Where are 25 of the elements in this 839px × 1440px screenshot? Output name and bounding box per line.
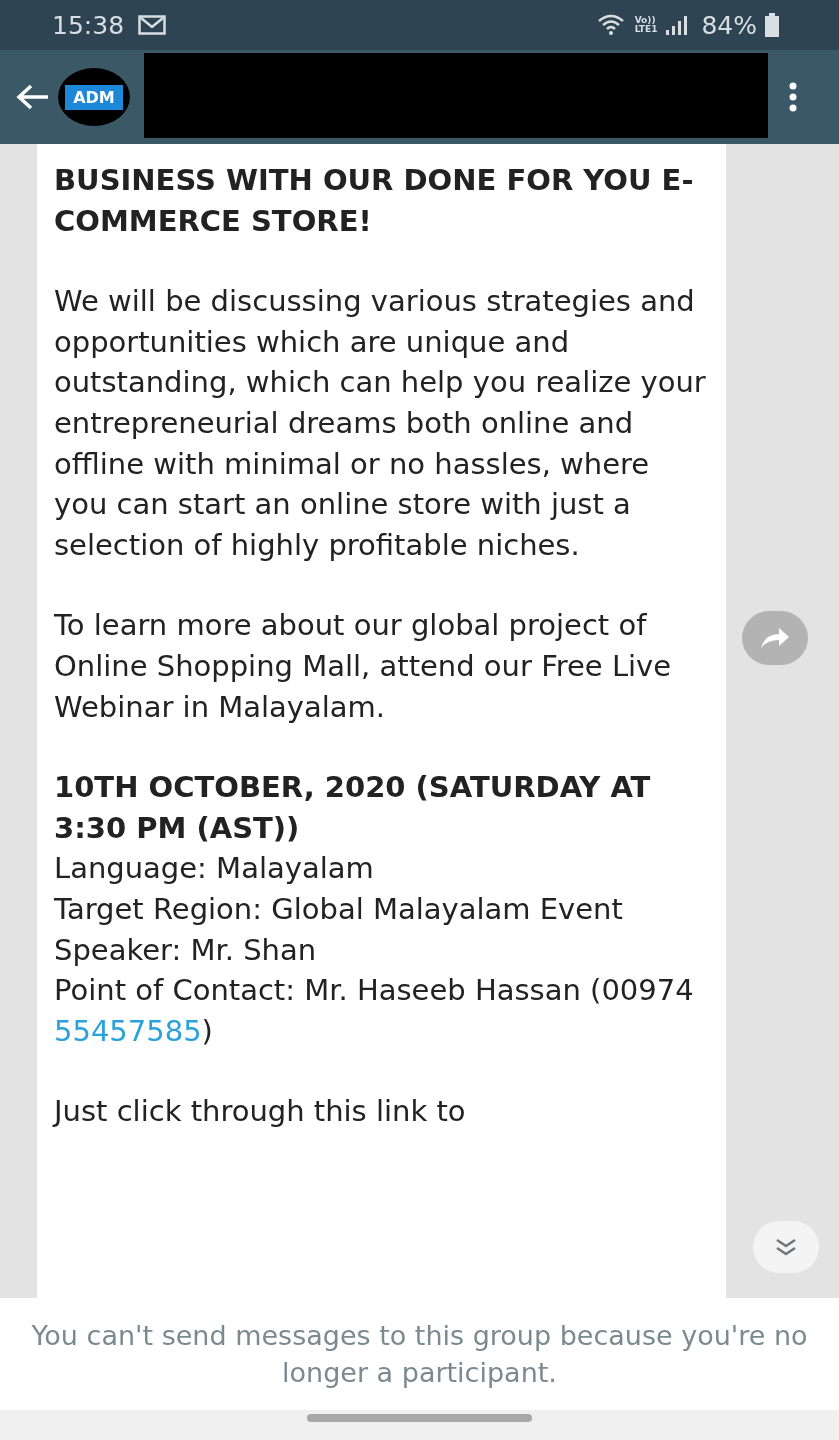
message-paragraph: We will be discussing various strategies and opportunities which are unique and outstanding, which can help you realize your entrepreneurial dreams both online and offline with minimal or no hassles, where you can start an online store with just a selection of highly profitable niches. [54, 283, 707, 564]
phone-link[interactable]: 55457585 [54, 1013, 202, 1048]
event-detail: Target Region: Global Malayalam Event [54, 890, 624, 928]
mail-icon [138, 15, 167, 35]
network-label: Vo)) LTE1 [634, 16, 658, 34]
event-heading: 10TH OCTOBER, 2020 (SATURDAY AT 3:30 PM (AST)) [54, 769, 652, 847]
battery-percent: 84% [701, 10, 757, 40]
scroll-down-button[interactable] [753, 1221, 819, 1273]
group-notice: You can't send messages to this group because you're no longer a participant. [30, 1319, 809, 1390]
status-time: 15:38 [52, 10, 125, 40]
message-paragraph: To learn more about our global project of Online Shopping Mall, attend our Free Live Webinar in Malayalam. [54, 607, 673, 726]
logo-text: ADM [65, 84, 123, 110]
battery-icon [765, 13, 779, 37]
contact-line: Point of Contact: Mr. Haseeb Hassan (00974 55457585) [54, 972, 695, 1050]
message-closing: Just click through this link to [54, 1093, 467, 1131]
message-heading: BUSINESS WITH OUR DONE FOR YOU E-COMMERCE STORE! [54, 162, 695, 240]
event-detail: Language: Malayalam [54, 850, 375, 888]
home-handle[interactable] [307, 1414, 532, 1422]
event-detail: Speaker: Mr. Shan [54, 931, 318, 969]
forward-button[interactable] [742, 611, 808, 665]
back-arrow-icon[interactable] [16, 83, 50, 111]
group-avatar[interactable]: ADM [58, 68, 130, 126]
signal-icon [665, 14, 688, 36]
menu-icon[interactable] [788, 82, 798, 112]
double-chevron-down-icon [775, 1237, 797, 1257]
